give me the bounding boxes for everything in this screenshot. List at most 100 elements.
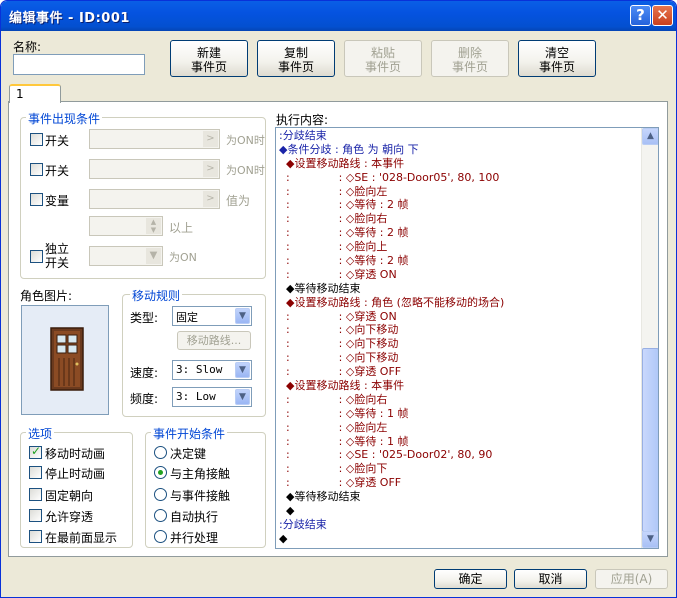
spinner-arrows-icon: ▲ ▼ bbox=[146, 218, 161, 234]
copy-page-button[interactable]: 复制 事件页 bbox=[257, 40, 335, 77]
help-icon[interactable]: ? bbox=[630, 5, 651, 26]
step-anim-checkbox[interactable] bbox=[29, 466, 42, 479]
speed-select[interactable]: 3: Slow ▼ bbox=[172, 360, 252, 380]
command-line[interactable]: : : ◇等待 : 1 帧 bbox=[279, 407, 638, 421]
trigger-title: 事件开始条件 bbox=[151, 425, 228, 442]
trigger-parallel-radio[interactable] bbox=[154, 530, 167, 543]
ok-button[interactable]: 确定 bbox=[434, 569, 507, 589]
variable-suffix: 值为 bbox=[226, 194, 251, 208]
command-line[interactable]: : : ◇脸向右 bbox=[279, 393, 638, 407]
scroll-thumb[interactable] bbox=[642, 348, 658, 532]
command-line[interactable]: : : ◇脸向上 bbox=[279, 240, 638, 254]
command-line[interactable]: : : ◇穿透 ON bbox=[279, 310, 638, 324]
command-line[interactable]: : : ◇等待 : 2 帧 bbox=[279, 226, 638, 240]
frequency-select[interactable]: 3: Low ▼ bbox=[172, 387, 252, 407]
new-page-button[interactable]: 新建 事件页 bbox=[170, 40, 248, 77]
command-line[interactable]: : : ◇等待 : 2 帧 bbox=[279, 254, 638, 268]
command-line[interactable]: : : ◇穿透 OFF bbox=[279, 476, 638, 490]
character-graphic[interactable] bbox=[21, 305, 109, 415]
switch1-checkbox[interactable] bbox=[30, 133, 43, 146]
scroll-up-icon[interactable]: ▲ bbox=[642, 128, 658, 145]
paste-page-label-2: 事件页 bbox=[364, 60, 401, 74]
speed-value: 3: Slow bbox=[176, 363, 223, 376]
command-line[interactable]: : : ◇脸向左 bbox=[279, 421, 638, 435]
command-line[interactable]: : : ◇向下移动 bbox=[279, 337, 638, 351]
vertical-scrollbar[interactable]: ▲ ▼ bbox=[641, 128, 658, 548]
scroll-down-icon[interactable]: ▼ bbox=[642, 531, 658, 548]
switch2-label: 开关 bbox=[45, 164, 70, 178]
trigger-event-touch-radio[interactable] bbox=[154, 488, 167, 501]
trigger-autorun-radio[interactable] bbox=[154, 509, 167, 522]
delete-page-button[interactable]: 删除 事件页 bbox=[431, 40, 509, 77]
title-bar[interactable]: 编辑事件 - ID:001 ? ✕ bbox=[1, 1, 676, 31]
self-switch-label: 独立 开关 bbox=[45, 242, 69, 270]
delete-page-label-2: 事件页 bbox=[451, 60, 488, 74]
trigger-autorun-label: 自动执行 bbox=[170, 510, 219, 524]
command-line[interactable]: : : ◇向下移动 bbox=[279, 323, 638, 337]
command-line[interactable]: : : ◇脸向左 bbox=[279, 185, 638, 199]
chevron-down-icon: ▼ bbox=[235, 362, 250, 378]
command-line[interactable]: : : ◇SE : '028-Door05', 80, 100 bbox=[279, 171, 638, 185]
switch2-suffix: 为ON时 bbox=[226, 164, 265, 177]
direction-fix-checkbox[interactable] bbox=[29, 488, 42, 501]
command-line[interactable]: : : ◇等待 : 1 帧 bbox=[279, 435, 638, 449]
command-line[interactable]: : : ◇脸向下 bbox=[279, 462, 638, 476]
trigger-player-touch-radio[interactable] bbox=[154, 466, 167, 479]
event-editor-window: 编辑事件 - ID:001 ? ✕ 名称: 新建 事件页 复制 事件页 粘贴 事件页 … bbox=[0, 0, 677, 598]
cancel-button[interactable]: 取消 bbox=[514, 569, 587, 589]
clear-page-button[interactable]: 清空 事件页 bbox=[518, 40, 596, 77]
step-anim-label: 停止时动画 bbox=[45, 467, 106, 481]
variable-value-spinner[interactable]: ▲ ▼ bbox=[89, 216, 163, 236]
variable-checkbox[interactable] bbox=[30, 193, 43, 206]
through-checkbox[interactable] bbox=[29, 509, 42, 522]
direction-fix-label: 固定朝向 bbox=[45, 489, 94, 503]
command-line[interactable]: :分歧结束 bbox=[279, 129, 638, 143]
frequency-label: 频度: bbox=[130, 392, 159, 406]
command-line[interactable]: : : ◇等待 : 2 帧 bbox=[279, 198, 638, 212]
command-line[interactable]: : : ◇SE : '025-Door02', 80, 90 bbox=[279, 448, 638, 462]
movement-type-select[interactable]: 固定 ▼ bbox=[172, 306, 252, 326]
variable-above-label: 以上 bbox=[169, 221, 194, 235]
command-line[interactable]: ◆设置移动路线 : 角色 (忽略不能移动的场合) bbox=[279, 296, 638, 310]
close-icon[interactable]: ✕ bbox=[652, 5, 673, 26]
command-lines: :分歧结束 ◆条件分歧 : 角色 为 朝向 下 ◆设置移动路线 : 本事件 : :… bbox=[279, 129, 638, 546]
switch1-field[interactable]: > bbox=[89, 129, 220, 149]
name-input[interactable] bbox=[13, 54, 145, 75]
variable-field[interactable]: > bbox=[89, 189, 220, 209]
door-icon bbox=[50, 327, 84, 391]
command-line[interactable]: ◆等待移动结束 bbox=[279, 282, 638, 296]
switch2-arrow-icon: > bbox=[203, 161, 218, 177]
command-line[interactable]: : : ◇穿透 OFF bbox=[279, 365, 638, 379]
walk-anim-checkbox[interactable] bbox=[29, 444, 42, 459]
switch2-field[interactable]: > bbox=[89, 159, 220, 179]
trigger-action-radio[interactable] bbox=[154, 446, 167, 459]
paste-page-button[interactable]: 粘贴 事件页 bbox=[344, 40, 422, 77]
command-line[interactable]: : : ◇穿透 ON bbox=[279, 268, 638, 282]
frequency-value: 3: Low bbox=[176, 390, 216, 403]
self-switch-arrow-icon: ▼ bbox=[146, 248, 161, 264]
tab-page-1[interactable]: 1 bbox=[9, 84, 61, 103]
clear-page-label-1: 清空 bbox=[544, 46, 569, 60]
command-line[interactable]: ◆设置移动路线 : 本事件 bbox=[279, 379, 638, 393]
new-page-label-2: 事件页 bbox=[190, 60, 227, 74]
command-line[interactable]: : : ◇脸向右 bbox=[279, 212, 638, 226]
event-command-list[interactable]: :分歧结束 ◆条件分歧 : 角色 为 朝向 下 ◆设置移动路线 : 本事件 : :… bbox=[275, 127, 659, 549]
command-line[interactable]: : : ◇向下移动 bbox=[279, 351, 638, 365]
always-on-top-checkbox[interactable] bbox=[29, 530, 42, 543]
command-line[interactable]: ◆ bbox=[279, 532, 638, 546]
command-line[interactable]: ◆条件分歧 : 角色 为 朝向 下 bbox=[279, 143, 638, 157]
self-switch-select[interactable]: ▼ bbox=[89, 246, 163, 266]
trigger-parallel-label: 并行处理 bbox=[170, 531, 219, 545]
command-line[interactable]: ◆等待移动结束 bbox=[279, 490, 638, 504]
command-line[interactable]: :分歧结束 bbox=[279, 518, 638, 532]
move-route-button[interactable]: 移动路线... bbox=[177, 331, 251, 350]
command-line[interactable]: ◆设置移动路线 : 本事件 bbox=[279, 157, 638, 171]
switch1-arrow-icon: > bbox=[203, 131, 218, 147]
self-switch-checkbox[interactable] bbox=[30, 250, 43, 263]
walk-anim-label: 移动时动画 bbox=[45, 447, 106, 461]
window-title: 编辑事件 - ID:001 bbox=[9, 11, 130, 26]
conditions-title: 事件出现条件 bbox=[26, 110, 103, 127]
apply-button[interactable]: 应用(A) bbox=[595, 569, 668, 589]
command-line[interactable]: ◆ bbox=[279, 504, 638, 518]
switch2-checkbox[interactable] bbox=[30, 163, 43, 176]
